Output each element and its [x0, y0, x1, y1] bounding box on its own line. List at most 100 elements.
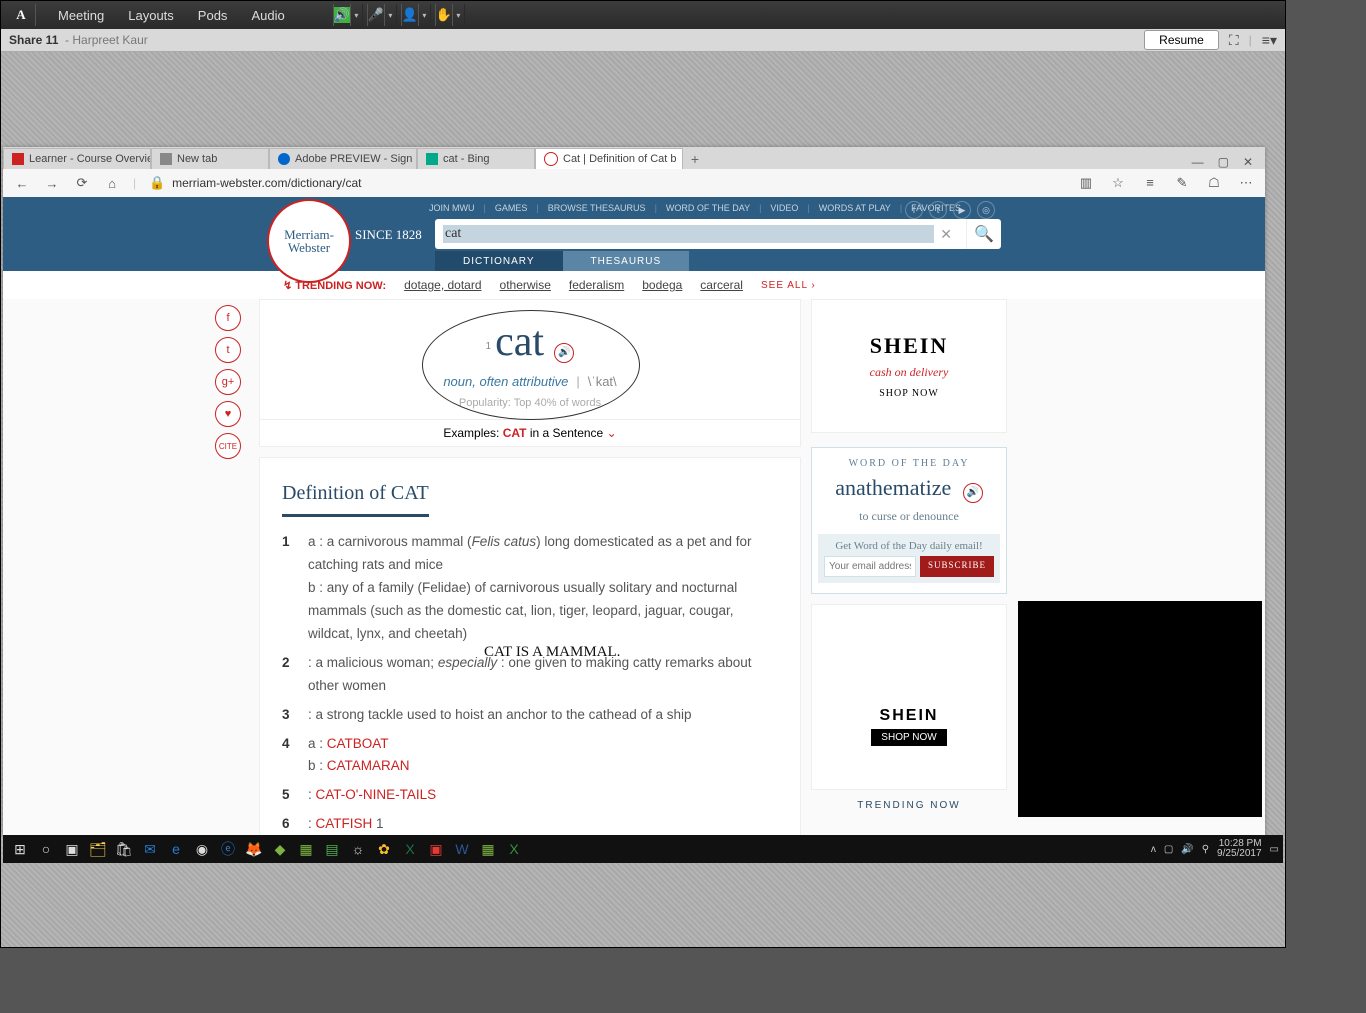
firefox-icon[interactable]: 🦊: [241, 837, 267, 861]
share-fb-icon[interactable]: f: [215, 305, 241, 331]
tab-thesaurus[interactable]: THESAURUS: [563, 251, 690, 271]
menu-audio[interactable]: Audio: [241, 4, 294, 27]
tab-dictionary[interactable]: DICTIONARY: [435, 251, 563, 271]
link-catfish[interactable]: CATFISH: [316, 816, 373, 831]
minimize-icon[interactable]: —: [1192, 155, 1204, 169]
link-catoninetails[interactable]: CAT-O'-NINE-TAILS: [316, 787, 437, 802]
tab-newtab[interactable]: New tab: [151, 148, 269, 169]
app-icon[interactable]: ▣: [423, 837, 449, 861]
explorer-icon[interactable]: 🗂: [85, 837, 111, 861]
tab-adobe[interactable]: Adobe PREVIEW - Sign In: [269, 148, 417, 169]
facebook-icon[interactable]: f: [905, 201, 923, 219]
tray-net-icon[interactable]: ⚲: [1202, 844, 1209, 855]
more-icon[interactable]: ⋯: [1237, 175, 1255, 191]
start-button[interactable]: ⊞: [7, 837, 33, 861]
fullscreen-icon[interactable]: ⛶: [1229, 32, 1239, 49]
search-box[interactable]: ✕: [435, 219, 966, 249]
share-save-icon[interactable]: ♥: [215, 401, 241, 427]
see-all-link[interactable]: SEE ALL ›: [761, 280, 816, 291]
subscribe-button[interactable]: SUBSCRIBE: [920, 556, 994, 577]
link-catboat[interactable]: CATBOAT: [327, 736, 389, 751]
trend-item[interactable]: dotage, dotard: [404, 278, 481, 292]
app-icon[interactable]: ▤: [319, 837, 345, 861]
close-window-icon[interactable]: ✕: [1243, 155, 1253, 169]
favorite-icon[interactable]: ☆: [1109, 175, 1127, 191]
app-icon[interactable]: ▦: [293, 837, 319, 861]
hub-icon[interactable]: ≡: [1141, 175, 1159, 191]
wotd-audio-icon[interactable]: 🔊: [963, 483, 983, 503]
app-icon[interactable]: ✿: [371, 837, 397, 861]
share-cite-icon[interactable]: CITE: [215, 433, 241, 459]
maximize-icon[interactable]: ▢: [1218, 155, 1229, 169]
trend-item[interactable]: otherwise: [500, 278, 551, 292]
wotd-email-input[interactable]: [824, 556, 916, 577]
pod-options-icon[interactable]: ≡▾: [1262, 32, 1277, 49]
new-tab-button[interactable]: +: [683, 149, 707, 169]
app-icon[interactable]: ▦: [475, 837, 501, 861]
word-icon[interactable]: W: [449, 837, 475, 861]
action-center-icon[interactable]: ▭: [1270, 844, 1279, 855]
edge-icon[interactable]: e: [163, 837, 189, 861]
trend-item[interactable]: bodega: [642, 278, 682, 292]
mw-logo[interactable]: Merriam-Webster: [267, 199, 351, 283]
resume-button[interactable]: Resume: [1144, 30, 1219, 50]
search-button[interactable]: 🔍: [966, 219, 1001, 249]
link-games[interactable]: GAMES: [495, 203, 528, 213]
speaker-button[interactable]: 🔊▾: [333, 4, 363, 26]
mw-since: SINCE 1828: [355, 227, 422, 243]
link-wotd[interactable]: WORD OF THE DAY: [666, 203, 750, 213]
annotation-text[interactable]: CAT IS A MAMMAL.: [484, 640, 620, 666]
share-gplus-icon[interactable]: g+: [215, 369, 241, 395]
menu-pods[interactable]: Pods: [188, 4, 238, 27]
note-icon[interactable]: ✎: [1173, 175, 1191, 191]
clear-search-icon[interactable]: ✕: [934, 226, 958, 243]
chrome-icon[interactable]: ◉: [189, 837, 215, 861]
search-input[interactable]: [443, 225, 934, 243]
share-tw-icon[interactable]: t: [215, 337, 241, 363]
tray-sound-icon[interactable]: 🔊: [1181, 844, 1193, 855]
app-icon[interactable]: ☼: [345, 837, 371, 861]
mic-button[interactable]: 🎤▾: [367, 4, 397, 26]
trend-item[interactable]: federalism: [569, 278, 624, 292]
tray-chevron-icon[interactable]: ʌ: [1151, 844, 1156, 855]
outlook-icon[interactable]: ✉: [137, 837, 163, 861]
menu-meeting[interactable]: Meeting: [48, 4, 114, 27]
instagram-icon[interactable]: ◎: [977, 201, 995, 219]
tab-bing[interactable]: cat - Bing: [417, 148, 535, 169]
twitter-icon[interactable]: t: [929, 201, 947, 219]
menu-layouts[interactable]: Layouts: [118, 4, 184, 27]
wotd-meaning: to curse or denounce: [818, 509, 1000, 524]
url-text[interactable]: merriam-webster.com/dictionary/cat: [172, 176, 361, 190]
link-catamaran[interactable]: CATAMARAN: [327, 758, 410, 773]
browser-toolbar: ← → ⟳ ⌂ | 🔒 merriam-webster.com/dictiona…: [3, 169, 1265, 198]
app-icon[interactable]: X: [501, 837, 527, 861]
tab-mw[interactable]: Cat | Definition of Cat b✕: [535, 148, 683, 169]
link-browse[interactable]: BROWSE THESAURUS: [548, 203, 646, 213]
trend-item[interactable]: carceral: [700, 278, 743, 292]
examples-bar[interactable]: Examples: CAT in a Sentence ⌄: [259, 420, 801, 447]
clock[interactable]: 10:28 PM 9/25/2017: [1217, 839, 1262, 859]
ie-icon[interactable]: ⓔ: [215, 837, 241, 861]
reading-icon[interactable]: ▥: [1077, 175, 1095, 191]
link-video[interactable]: VIDEO: [770, 203, 798, 213]
link-wap[interactable]: WORDS AT PLAY: [819, 203, 891, 213]
webcam-button[interactable]: 👤▾: [401, 4, 431, 26]
refresh-icon[interactable]: ⟳: [73, 175, 91, 191]
wotd-word[interactable]: anathematize: [835, 475, 951, 500]
ad-shein-1[interactable]: SHEIN cash on delivery SHOP NOW: [811, 299, 1007, 433]
tab-learner[interactable]: Learner - Course Overview: [3, 148, 151, 169]
taskview-icon[interactable]: ▣: [59, 837, 85, 861]
back-icon[interactable]: ←: [13, 176, 31, 191]
ad-shein-2[interactable]: SHEIN SHOP NOW: [811, 604, 1007, 790]
raise-hand-button[interactable]: ✋▾: [435, 4, 465, 26]
store-icon[interactable]: 🛍: [111, 837, 137, 861]
forward-icon[interactable]: →: [43, 176, 61, 191]
excel-icon[interactable]: X: [397, 837, 423, 861]
cortana-icon[interactable]: ○: [33, 837, 59, 861]
notify-icon[interactable]: ☖: [1205, 175, 1223, 191]
youtube-icon[interactable]: ▶: [953, 201, 971, 219]
tray-safe-icon[interactable]: ▢: [1164, 844, 1173, 855]
link-joinmwu[interactable]: JOIN MWU: [429, 203, 475, 213]
app-icon[interactable]: ◆: [267, 837, 293, 861]
home-icon[interactable]: ⌂: [103, 176, 121, 191]
